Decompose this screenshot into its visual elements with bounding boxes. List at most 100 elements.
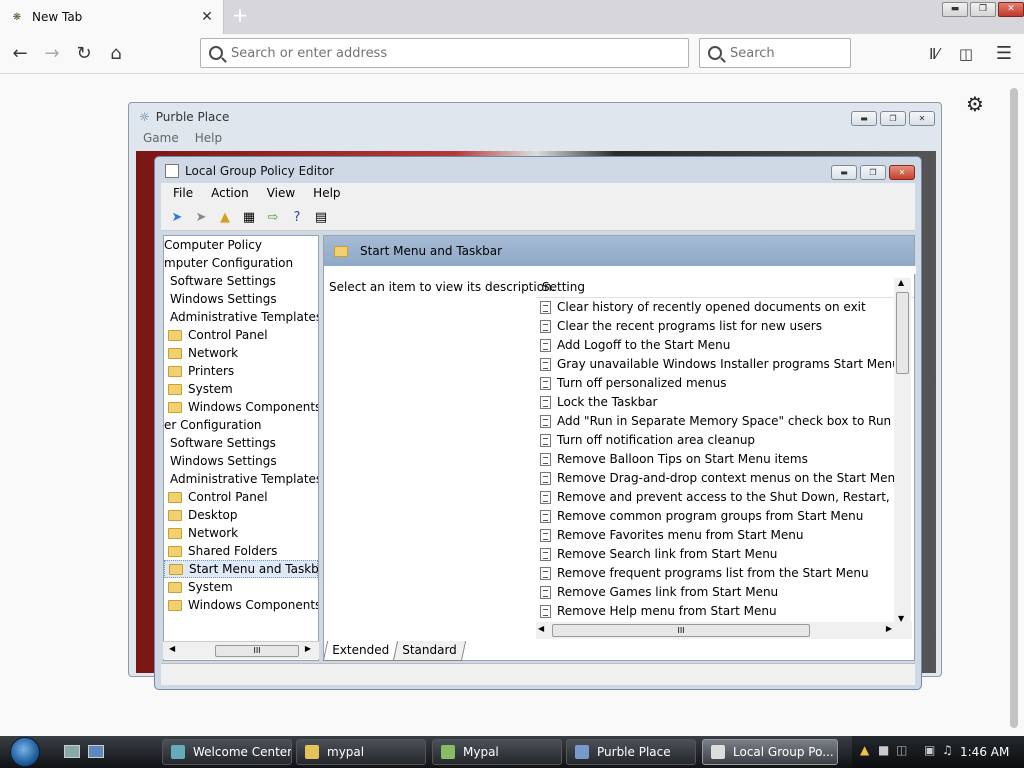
sidebar-icon[interactable]: ◫: [954, 42, 978, 66]
tree-item[interactable]: Windows Settings: [164, 452, 318, 470]
taskbar-welcome-center[interactable]: Welcome Center: [162, 739, 292, 765]
tab-standard[interactable]: Standard: [392, 641, 466, 661]
menu-help[interactable]: Help: [301, 183, 346, 205]
tree-item[interactable]: Network: [164, 524, 318, 542]
network-icon[interactable]: ▣: [924, 743, 935, 757]
menu-help[interactable]: Help: [195, 131, 222, 151]
setting-row[interactable]: Remove Drag-and-drop context menus on th…: [536, 469, 896, 488]
library-icon[interactable]: Ⅱ⁄: [922, 42, 946, 66]
up-folder-icon[interactable]: ▲: [215, 209, 235, 227]
tree-item[interactable]: Software Settings: [164, 272, 318, 290]
menu-view[interactable]: View: [255, 183, 301, 205]
tree-item[interactable]: Administrative Templates: [164, 308, 318, 326]
setting-row[interactable]: Add "Run in Separate Memory Space" check…: [536, 412, 896, 431]
gpe-window-controls: ▬ ❐ ✕: [831, 165, 915, 180]
tree-item[interactable]: System: [164, 380, 318, 398]
setting-row[interactable]: Remove Games link from Start Menu: [536, 583, 896, 602]
tree-item[interactable]: Printers: [164, 362, 318, 380]
maximize-button[interactable]: ❐: [880, 111, 906, 126]
setting-row[interactable]: Remove and prevent access to the Shut Do…: [536, 488, 896, 507]
properties-icon[interactable]: ▤: [311, 209, 331, 227]
menu-icon[interactable]: ☰: [992, 42, 1016, 66]
taskbar-purble-place[interactable]: Purble Place: [566, 739, 696, 765]
setting-row[interactable]: Remove Favorites menu from Start Menu: [536, 526, 896, 545]
setting-row[interactable]: Turn off notification area cleanup: [536, 431, 896, 450]
tree-item[interactable]: Windows Components: [164, 398, 318, 416]
start-button[interactable]: [10, 737, 40, 767]
forward-button[interactable]: →: [40, 42, 64, 66]
setting-row[interactable]: Remove Search link from Start Menu: [536, 545, 896, 564]
gpe-menu-bar: File Action View Help: [161, 183, 915, 205]
tray-icon-2[interactable]: ◫: [896, 743, 907, 757]
menu-game[interactable]: Game: [143, 131, 179, 151]
tree-item[interactable]: Software Settings: [164, 434, 318, 452]
menu-file[interactable]: File: [161, 183, 199, 205]
search-bar[interactable]: Search: [699, 38, 851, 68]
close-button[interactable]: ✕: [889, 165, 915, 180]
security-shield-icon[interactable]: ▲: [860, 743, 869, 757]
forward-arrow-icon[interactable]: ➤: [191, 209, 211, 227]
show-hide-tree-icon[interactable]: ▦: [239, 209, 259, 227]
reload-button[interactable]: ↻: [72, 42, 96, 66]
tree-item[interactable]: Administrative Templates: [164, 470, 318, 488]
tree-item[interactable]: Start Menu and Taskbar: [164, 560, 318, 578]
new-tab-button[interactable]: +: [230, 5, 250, 26]
setting-row[interactable]: Lock the Taskbar: [536, 393, 896, 412]
home-button[interactable]: ⌂: [104, 42, 128, 66]
setting-row[interactable]: Remove common program groups from Start …: [536, 507, 896, 526]
tray-icon[interactable]: ■: [878, 743, 889, 757]
tree-item[interactable]: System: [164, 578, 318, 596]
settings-horizontal-scrollbar[interactable]: ◀ III ▶: [536, 622, 912, 639]
policy-setting-icon: [540, 396, 551, 409]
tree-item[interactable]: Control Panel: [164, 326, 318, 344]
setting-row[interactable]: Clear the recent programs list for new u…: [536, 317, 896, 336]
tree-item[interactable]: Desktop: [164, 506, 318, 524]
volume-muted-icon[interactable]: ♫: [942, 743, 953, 757]
taskbar-mypal-folder[interactable]: mypal: [296, 739, 426, 765]
tree-item[interactable]: Windows Components: [164, 596, 318, 614]
taskbar-mypal[interactable]: Mypal: [432, 739, 562, 765]
clock[interactable]: 1:46 AM: [960, 745, 1009, 759]
close-window-button[interactable]: ✕: [998, 2, 1024, 17]
show-desktop-icon[interactable]: [64, 745, 80, 758]
settings-vertical-scrollbar[interactable]: ▲ ▼: [894, 278, 911, 623]
tab-new-tab[interactable]: ❋ New Tab ✕: [0, 0, 224, 34]
settings-list[interactable]: Setting Clear history of recently opened…: [536, 276, 914, 618]
tree-item[interactable]: Control Panel: [164, 488, 318, 506]
tab-extended[interactable]: Extended: [322, 641, 399, 661]
url-bar[interactable]: Search or enter address: [200, 38, 689, 68]
switch-windows-icon[interactable]: [88, 745, 104, 758]
tree-item[interactable]: er Configuration: [164, 416, 318, 434]
back-arrow-icon[interactable]: ➤: [167, 209, 187, 227]
tree-item[interactable]: Shared Folders: [164, 542, 318, 560]
export-list-icon[interactable]: ⇨: [263, 209, 283, 227]
menu-action[interactable]: Action: [199, 183, 255, 205]
close-tab-icon[interactable]: ✕: [197, 9, 217, 25]
taskbar-group-policy-editor[interactable]: Local Group Po...: [702, 739, 838, 765]
setting-row[interactable]: Remove Help menu from Start Menu: [536, 602, 896, 621]
minimize-button[interactable]: ▬: [942, 2, 968, 17]
tree-item[interactable]: Windows Settings: [164, 290, 318, 308]
tree-item[interactable]: Network: [164, 344, 318, 362]
close-button[interactable]: ✕: [909, 111, 935, 126]
folder-icon: [334, 245, 348, 257]
setting-row[interactable]: Remove Balloon Tips on Start Menu items: [536, 450, 896, 469]
column-header-setting[interactable]: Setting: [536, 276, 914, 298]
maximize-button[interactable]: ❐: [970, 2, 996, 17]
tree-item[interactable]: mputer Configuration: [164, 254, 318, 272]
setting-row[interactable]: Remove frequent programs list from the S…: [536, 564, 896, 583]
setting-row[interactable]: Gray unavailable Windows Installer progr…: [536, 355, 896, 374]
page-scrollbar[interactable]: [1006, 76, 1022, 736]
policy-tree[interactable]: Computer Policy mputer Configuration Softw…: [163, 235, 319, 661]
maximize-button[interactable]: ❐: [860, 165, 886, 180]
help-icon[interactable]: ?: [287, 209, 307, 227]
tree-horizontal-scrollbar[interactable]: ◀ III ▶: [163, 641, 319, 659]
minimize-button[interactable]: ▬: [831, 165, 857, 180]
setting-row[interactable]: Clear history of recently opened documen…: [536, 298, 896, 317]
tree-item[interactable]: Computer Policy: [164, 236, 318, 254]
back-button[interactable]: ←: [8, 42, 32, 66]
minimize-button[interactable]: ▬: [851, 111, 877, 126]
setting-row[interactable]: Add Logoff to the Start Menu: [536, 336, 896, 355]
setting-row[interactable]: Turn off personalized menus: [536, 374, 896, 393]
gear-icon[interactable]: ⚙: [966, 92, 984, 116]
